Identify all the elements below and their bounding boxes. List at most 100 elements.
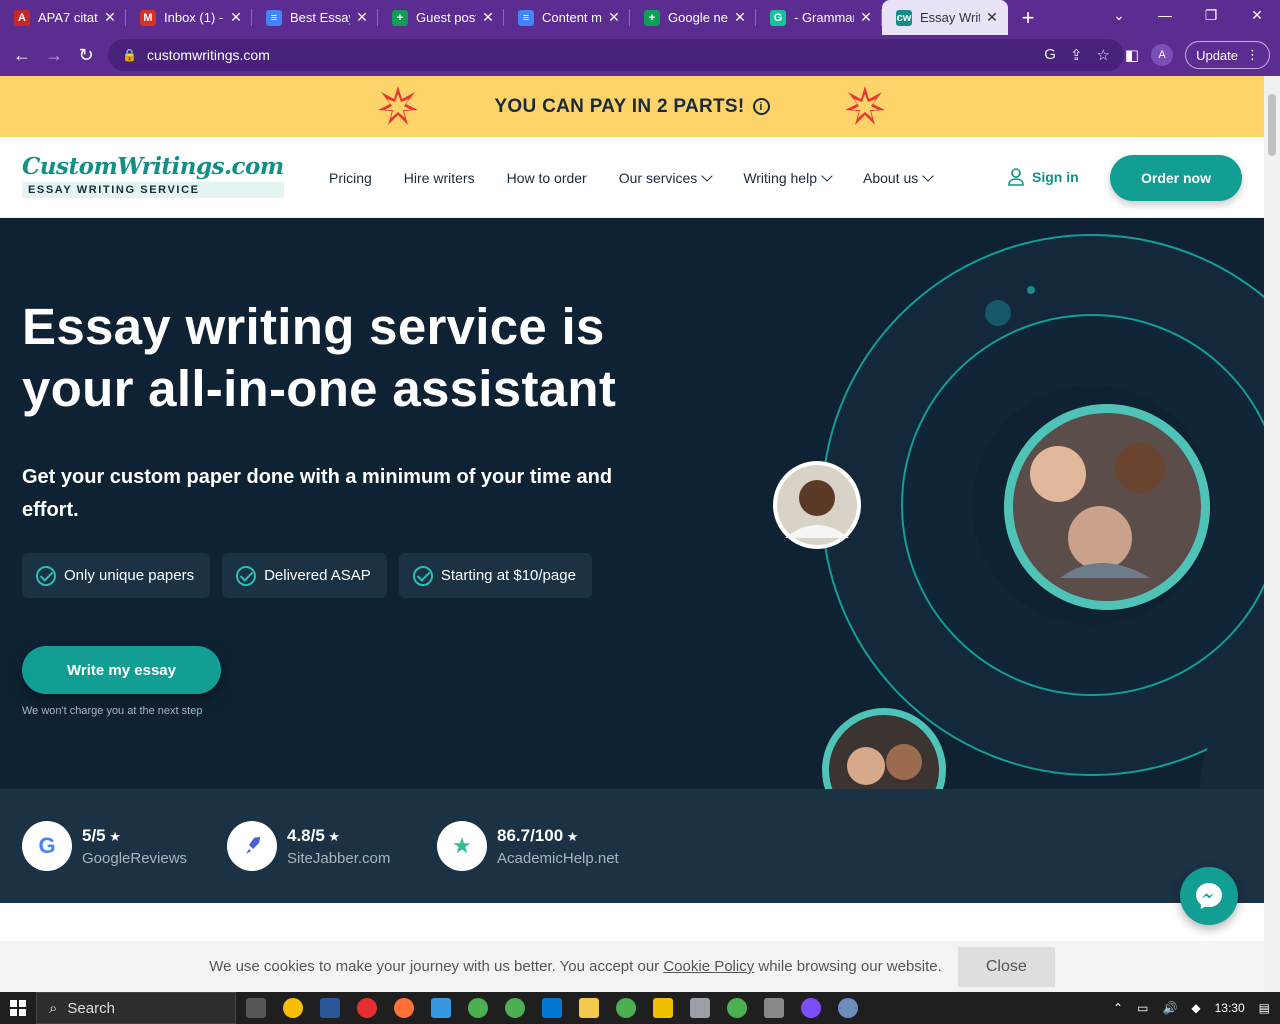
orbit-illustration <box>773 234 1264 789</box>
close-tab-icon[interactable]: ✕ <box>354 9 370 26</box>
remote-desktop-icon[interactable] <box>431 998 451 1018</box>
info-icon[interactable]: i <box>752 98 770 115</box>
close-tab-icon[interactable]: ✕ <box>102 9 118 26</box>
pdf-icon: A <box>14 9 30 26</box>
firefox-icon[interactable] <box>394 998 414 1018</box>
close-tab-icon[interactable]: ✕ <box>858 9 874 26</box>
word-icon[interactable] <box>320 998 340 1018</box>
restore-icon[interactable]: ❐ <box>1188 0 1234 30</box>
explosion-icon <box>378 86 418 125</box>
task-view-icon[interactable] <box>246 998 266 1018</box>
cookie-policy-link[interactable]: Cookie Policy <box>663 958 754 975</box>
forward-icon[interactable]: → <box>38 45 70 66</box>
volume-icon[interactable]: 🔊 <box>1162 1001 1177 1015</box>
browser-tab[interactable]: M Inbox (1) - v ✕ <box>126 0 252 35</box>
browser-tab[interactable]: ≡ Best Essay W ✕ <box>252 0 378 35</box>
opera-icon[interactable] <box>357 998 377 1018</box>
close-tab-icon[interactable]: ✕ <box>228 9 244 26</box>
chrome-icon[interactable] <box>616 998 636 1018</box>
network-icon[interactable]: ▭ <box>1137 1001 1148 1015</box>
browser-tab[interactable]: G - Grammarl ✕ <box>756 0 882 35</box>
system-tray: ⌃ ▭ 🔊 ◆ 13:30 ▤ <box>1113 992 1270 1024</box>
close-tab-icon[interactable]: ✕ <box>984 9 1000 26</box>
update-button[interactable]: Update ⋮ <box>1185 41 1270 69</box>
address-bar[interactable]: 🔒 customwritings.com G ⇪ ☆ <box>108 39 1124 71</box>
nav-item[interactable]: Hire writers <box>404 170 475 186</box>
tab-title: APA7 citatio <box>38 10 98 25</box>
side-panel-icon[interactable]: ◧ <box>1125 46 1139 64</box>
close-tab-icon[interactable]: ✕ <box>480 9 496 26</box>
chevron-up-icon[interactable]: ⌃ <box>1113 1001 1123 1015</box>
file-explorer-icon[interactable] <box>653 998 673 1018</box>
write-my-essay-button[interactable]: Write my essay <box>22 646 221 694</box>
tab-title: - Grammarl <box>794 10 854 25</box>
messenger-chat-button[interactable] <box>1180 867 1238 925</box>
minimize-icon[interactable]: — <box>1142 0 1188 30</box>
star-icon: ★ <box>437 821 487 871</box>
chrome-icon[interactable] <box>727 998 747 1018</box>
bookmark-star-icon[interactable]: ☆ <box>1097 46 1110 64</box>
dropbox-icon[interactable]: ◆ <box>1191 1001 1200 1015</box>
nav-item-label: Pricing <box>329 169 372 186</box>
search-icon: ⌕ <box>49 999 58 1017</box>
new-tab-icon[interactable]: + <box>1008 5 1048 31</box>
browser-tab[interactable]: A APA7 citatio ✕ <box>0 0 126 35</box>
scrollbar-thumb[interactable] <box>1268 94 1276 156</box>
taskbar-search[interactable]: ⌕ Search <box>36 992 236 1024</box>
nav-item-label: Writing help <box>743 169 817 186</box>
google-lens-icon[interactable]: G <box>1044 46 1056 64</box>
nav-item[interactable]: How to order <box>507 170 587 186</box>
chrome-icon[interactable] <box>505 998 525 1018</box>
podcast-icon[interactable] <box>801 998 821 1018</box>
rating-item[interactable]: ★ 86.7/100 ★ AcademicHelp.net <box>437 821 619 871</box>
feature-chip: Starting at $10/page <box>398 553 592 598</box>
page-scrollbar[interactable] <box>1264 76 1280 992</box>
back-icon[interactable]: ← <box>6 45 38 66</box>
promo-text: YOU CAN PAY IN 2 PARTS! <box>494 95 745 117</box>
site-logo[interactable]: CustomWritings.com ESSAY WRITING SERVICE <box>22 153 284 198</box>
rating-item[interactable]: G 5/5 ★ GoogleReviews <box>22 821 187 871</box>
avatar <box>1004 404 1210 610</box>
browser-tab[interactable]: + Guest posts ✕ <box>378 0 504 35</box>
reload-icon[interactable]: ↻ <box>70 45 102 66</box>
order-now-button[interactable]: Order now <box>1110 155 1242 201</box>
profile-avatar[interactable]: A <box>1151 44 1174 66</box>
paint-icon[interactable] <box>579 998 599 1018</box>
app-icon[interactable] <box>838 998 858 1018</box>
browser-tab[interactable]: cw Essay Writin ✕ <box>882 0 1008 35</box>
nav-item[interactable]: Pricing <box>329 170 372 186</box>
docs-icon: ≡ <box>266 9 282 26</box>
browser-tab-bar: A APA7 citatio ✕ M Inbox (1) - v ✕ ≡ Best Essay… <box>0 0 1280 35</box>
tab-title: Google new <box>668 10 728 25</box>
windows-start-icon[interactable] <box>0 1000 36 1016</box>
chrome-canary-icon[interactable] <box>283 998 303 1018</box>
browser-tab[interactable]: ≡ Content ma ✕ <box>504 0 630 35</box>
notifications-icon[interactable]: ▤ <box>1259 1001 1270 1015</box>
notepad-icon[interactable] <box>690 998 710 1018</box>
promo-banner[interactable]: YOU CAN PAY IN 2 PARTS! i <box>0 76 1264 137</box>
lock-icon[interactable]: 🔒 <box>122 48 137 62</box>
window-controls: ⌄ — ❐ ✕ <box>1096 0 1280 35</box>
share-icon[interactable]: ⇪ <box>1070 46 1083 64</box>
sign-in-link[interactable]: Sign in <box>1008 168 1079 186</box>
clock[interactable]: 13:30 <box>1215 1001 1245 1015</box>
tab-title: Inbox (1) - v <box>164 10 224 25</box>
close-tab-icon[interactable]: ✕ <box>732 9 748 26</box>
close-window-icon[interactable]: ✕ <box>1234 0 1280 30</box>
nav-item[interactable]: About us <box>863 170 934 186</box>
tab-search-icon[interactable]: ⌄ <box>1096 0 1142 30</box>
calculator-icon[interactable] <box>764 998 784 1018</box>
nav-item[interactable]: Writing help <box>743 169 833 186</box>
feature-chips: Only unique papers Delivered ASAP Starting… <box>22 553 592 598</box>
ratings-strip: G 5/5 ★ GoogleReviews 4.8/5 ★ SiteJabber.com… <box>0 789 1264 903</box>
outlook-icon[interactable] <box>542 998 562 1018</box>
rating-item[interactable]: 4.8/5 ★ SiteJabber.com <box>227 821 390 871</box>
cookie-close-button[interactable]: Close <box>957 946 1055 987</box>
chrome-icon[interactable] <box>468 998 488 1018</box>
browser-toolbar: ← → ↻ 🔒 customwritings.com G ⇪ ☆ ◧ A Upd… <box>0 35 1280 76</box>
nav-item[interactable]: Our services <box>619 170 713 186</box>
grammarly-icon: G <box>770 9 786 26</box>
browser-tab[interactable]: + Google new ✕ <box>630 0 756 35</box>
close-tab-icon[interactable]: ✕ <box>606 9 622 26</box>
cookie-banner: We use cookies to make your journey with… <box>0 941 1264 992</box>
